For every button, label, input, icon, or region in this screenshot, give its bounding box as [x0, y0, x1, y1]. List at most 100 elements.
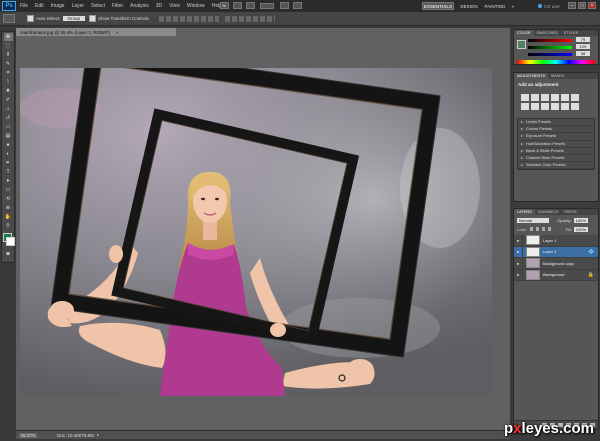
healing-brush-tool-icon[interactable]: ✚: [4, 87, 13, 95]
red-slider[interactable]: [528, 39, 572, 42]
menu-3d[interactable]: 3D: [156, 3, 162, 9]
move-tool-icon[interactable]: ✥: [3, 33, 13, 41]
preset-hue-saturation[interactable]: Hue/Saturation Presets: [518, 141, 594, 148]
color-spectrum-ramp[interactable]: [517, 60, 595, 64]
hand-tool-icon[interactable]: [246, 2, 255, 9]
auto-select-dropdown[interactable]: Group: [62, 16, 86, 21]
type-tool-icon[interactable]: T: [4, 168, 13, 176]
visibility-eye-icon[interactable]: ●: [514, 269, 523, 280]
blur-tool-icon[interactable]: ●: [4, 141, 13, 149]
quick-mask-icon[interactable]: ◙: [4, 250, 13, 258]
eraser-tool-icon[interactable]: ▱: [4, 123, 13, 131]
exposure-icon[interactable]: [551, 94, 559, 101]
bridge-icon[interactable]: Br: [220, 2, 229, 9]
workspace-more[interactable]: »: [510, 2, 516, 10]
screen-mode-icon[interactable]: [293, 2, 302, 9]
minimize-button[interactable]: –: [568, 2, 576, 9]
hue-saturation-icon[interactable]: [571, 94, 579, 101]
preset-channel-mixer[interactable]: Channel Mixer Presets: [518, 155, 594, 163]
preset-curves[interactable]: Curves Presets: [518, 126, 594, 134]
preset-levels[interactable]: Levels Presets: [518, 119, 594, 127]
dodge-tool-icon[interactable]: ◐: [4, 150, 13, 158]
3d-rotate-tool-icon[interactable]: ⟲: [4, 195, 13, 203]
channel-mixer-icon[interactable]: [551, 103, 559, 110]
opacity-field[interactable]: 100%: [573, 217, 588, 223]
distribute-buttons-group[interactable]: [224, 15, 275, 22]
blue-slider[interactable]: [528, 53, 572, 56]
arrange-documents-icon[interactable]: [280, 2, 289, 9]
zoom-level-dropdown[interactable]: [260, 3, 274, 9]
tab-adjustments[interactable]: ADJUSTMENTS: [514, 73, 549, 79]
visibility-eye-icon[interactable]: ●: [514, 235, 523, 246]
menu-edit[interactable]: Edit: [35, 3, 44, 9]
menu-layer[interactable]: Layer: [72, 3, 85, 9]
green-value[interactable]: 129: [576, 44, 590, 49]
pen-tool-icon[interactable]: ✒: [4, 159, 13, 167]
tab-channels[interactable]: CHANNELS: [535, 209, 562, 215]
mini-bridge-icon[interactable]: [233, 2, 242, 9]
blue-value[interactable]: 98: [576, 51, 590, 56]
menu-filter[interactable]: Filter: [112, 3, 123, 9]
red-value[interactable]: 79: [576, 37, 590, 42]
auto-select-checkbox[interactable]: [27, 15, 34, 22]
cs-live-button[interactable]: CS Live: [535, 2, 563, 10]
color-balance-icon[interactable]: [521, 103, 529, 110]
hand-tool-icon[interactable]: ✋: [4, 213, 13, 221]
workspace-design[interactable]: DESIGN: [458, 2, 480, 10]
layer-row[interactable]: ● Background copy: [514, 258, 598, 270]
tab-masks[interactable]: MASKS: [548, 73, 567, 79]
background-color-swatch[interactable]: [6, 237, 15, 246]
lasso-tool-icon[interactable]: ϑ: [4, 51, 13, 59]
lock-buttons[interactable]: [529, 227, 552, 231]
menu-window[interactable]: Window: [187, 3, 205, 9]
menu-analysis[interactable]: Analysis: [130, 3, 149, 9]
document-tab-close-icon[interactable]: ×: [116, 30, 119, 35]
blend-mode-dropdown[interactable]: Normal: [517, 217, 549, 223]
menu-file[interactable]: File: [20, 3, 28, 9]
curves-icon[interactable]: [541, 94, 549, 101]
preset-exposure[interactable]: Exposure Presets: [518, 133, 594, 141]
path-select-tool-icon[interactable]: ➤: [4, 177, 13, 185]
eyedropper-tool-icon[interactable]: ⌇: [4, 78, 13, 86]
fill-field[interactable]: 100%: [573, 226, 589, 232]
move-tool-preset-icon[interactable]: [3, 14, 15, 23]
invert-icon[interactable]: [561, 103, 569, 110]
layer-row[interactable]: ● Background 🔒: [514, 269, 598, 281]
preset-selective-color[interactable]: Selective Color Presets: [518, 162, 594, 170]
clone-stamp-tool-icon[interactable]: ⊥: [4, 105, 13, 113]
workspace-painting[interactable]: PAINTING: [483, 2, 507, 10]
color-swatches[interactable]: [2, 233, 15, 249]
zoom-level-field[interactable]: 36.37%: [19, 432, 37, 438]
green-slider[interactable]: [528, 46, 572, 49]
menu-view[interactable]: View: [169, 3, 180, 9]
black-white-icon[interactable]: [531, 103, 539, 110]
zoom-tool-icon[interactable]: ⚲: [4, 222, 13, 230]
brush-tool-icon[interactable]: ✐: [4, 96, 13, 104]
visibility-eye-icon[interactable]: ●: [514, 258, 523, 269]
document-tab[interactable]: mainframeps.jpg @ 36.4% (Layer 2, RGB/8*…: [16, 28, 176, 36]
photo-filter-icon[interactable]: [541, 103, 549, 110]
history-brush-tool-icon[interactable]: ↺: [4, 114, 13, 122]
3d-orbit-tool-icon[interactable]: ⊕: [4, 204, 13, 212]
transform-controls-checkbox[interactable]: [89, 15, 97, 22]
visibility-eye-icon[interactable]: ●: [514, 246, 523, 257]
vibrance-icon[interactable]: [561, 94, 569, 101]
menu-image[interactable]: Image: [51, 3, 65, 9]
layer-row[interactable]: ● Layer 1: [514, 235, 598, 247]
maximize-button[interactable]: □: [578, 2, 586, 9]
marquee-tool-icon[interactable]: ⬚: [4, 42, 13, 50]
gradient-tool-icon[interactable]: ▤: [4, 132, 13, 140]
posterize-icon[interactable]: [571, 103, 579, 110]
brightness-contrast-icon[interactable]: [521, 94, 529, 101]
quick-select-tool-icon[interactable]: ✎: [4, 60, 13, 68]
workspace-essentials[interactable]: ESSENTIALS: [422, 2, 454, 10]
canvas-image[interactable]: [20, 68, 492, 396]
tab-paths[interactable]: PATHS: [561, 209, 579, 215]
close-button[interactable]: ×: [588, 2, 596, 9]
align-buttons-group[interactable]: [158, 15, 219, 22]
color-foreground-swatch[interactable]: [517, 40, 526, 49]
layer-row-selected[interactable]: ● Layer 2 ✥: [514, 246, 598, 258]
levels-icon[interactable]: [531, 94, 539, 101]
preset-black-white[interactable]: Black & White Presets: [518, 148, 594, 155]
menu-select[interactable]: Select: [91, 3, 105, 9]
